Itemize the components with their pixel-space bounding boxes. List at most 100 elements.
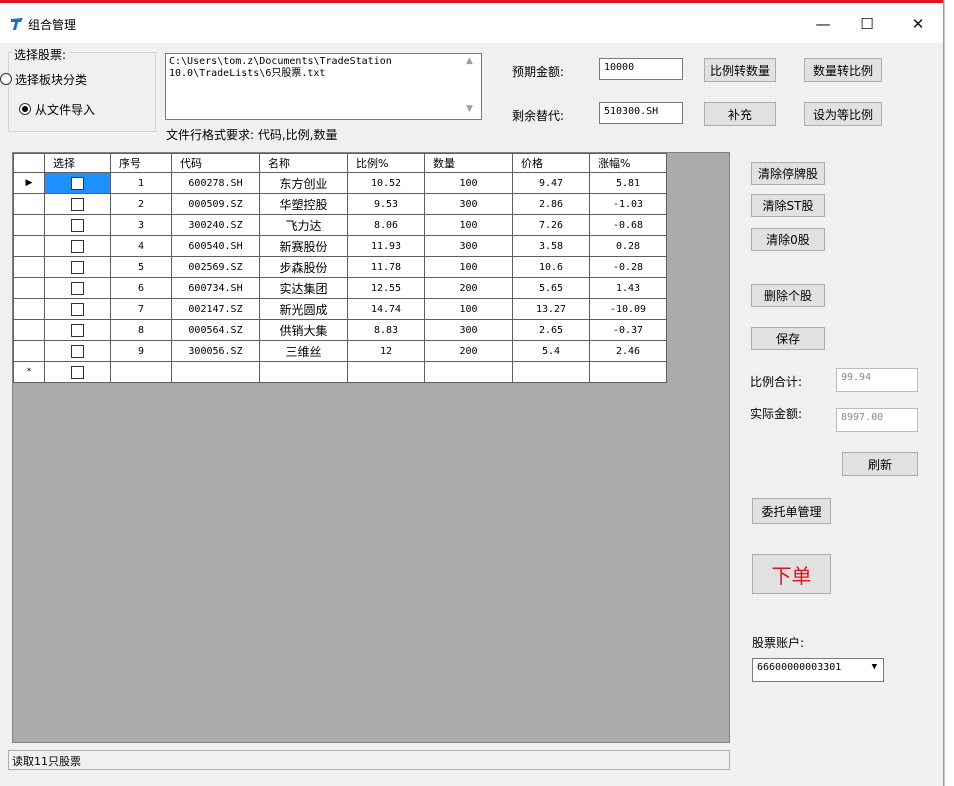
clear-st-button[interactable]: 清除ST股 [751,194,825,217]
code-cell[interactable]: 002569.SZ [171,256,260,278]
price-cell[interactable]: 13.27 [512,298,590,320]
ratio-cell[interactable]: 8.83 [347,319,425,341]
name-cell[interactable]: 供销大集 [259,319,348,341]
seq-cell[interactable]: 4 [110,235,172,257]
change-cell[interactable]: -0.68 [589,214,667,236]
code-cell[interactable]: 600278.SH [171,172,260,194]
price-cell[interactable]: 9.47 [512,172,590,194]
code-cell[interactable]: 000509.SZ [171,193,260,215]
price-cell[interactable]: 2.65 [512,319,590,341]
row-checkbox[interactable] [71,365,84,379]
price-cell[interactable]: 5.4 [512,340,590,362]
code-cell[interactable]: 300240.SZ [171,214,260,236]
set-equal-ratio-button[interactable]: 设为等比例 [804,102,882,126]
row-checkbox[interactable] [71,344,84,358]
file-path-textarea[interactable]: C:\Users\tom.z\Documents\TradeStation 10… [165,53,482,120]
radio-file-import-label[interactable]: 从文件导入 [35,101,95,118]
empty-cell[interactable] [589,361,667,383]
maximize-button[interactable]: ☐ [852,12,882,36]
column-header-name[interactable]: 名称 [259,153,348,173]
table-row[interactable]: 9 300056.SZ 三维丝 12 200 5.4 2.46 [13,340,667,362]
empty-cell[interactable] [110,361,172,383]
column-header-change[interactable]: 涨幅% [589,153,667,173]
row-header[interactable] [13,256,45,278]
chevron-down-icon[interactable]: ▼ [872,662,877,672]
ratio-cell[interactable]: 9.53 [347,193,425,215]
stock-table-grid[interactable]: 选择 序号 代码 名称 比例% 数量 价格 涨幅% ▶ 1 600278.SH 东方创… [12,152,730,743]
qty-cell[interactable]: 300 [424,193,513,215]
ratio-cell[interactable]: 8.06 [347,214,425,236]
row-checkbox[interactable] [71,260,84,274]
seq-cell[interactable]: 9 [110,340,172,362]
select-cell[interactable] [44,277,111,299]
clear-zero-button[interactable]: 清除0股 [751,228,825,251]
name-cell[interactable]: 华塑控股 [259,193,348,215]
seq-cell[interactable]: 7 [110,298,172,320]
column-header-qty[interactable]: 数量 [424,153,513,173]
radio-file-import[interactable] [19,103,31,115]
table-row[interactable]: ▶ 1 600278.SH 东方创业 10.52 100 9.47 5.81 [13,172,667,194]
radio-sector-label[interactable]: 选择板块分类 [15,71,87,88]
qty-to-ratio-button[interactable]: 数量转比例 [804,58,882,82]
select-cell[interactable] [44,193,111,215]
change-cell[interactable]: -0.37 [589,319,667,341]
code-cell[interactable]: 600540.SH [171,235,260,257]
clear-suspended-button[interactable]: 清除停牌股 [751,162,825,185]
empty-cell[interactable] [259,361,348,383]
row-checkbox[interactable] [71,197,84,211]
change-cell[interactable]: -10.09 [589,298,667,320]
ratio-cell[interactable]: 10.52 [347,172,425,194]
order-management-button[interactable]: 委托单管理 [752,498,831,524]
expected-amount-input[interactable]: 10000 [599,58,683,80]
price-cell[interactable]: 10.6 [512,256,590,278]
name-cell[interactable]: 步森股份 [259,256,348,278]
price-cell[interactable]: 5.65 [512,277,590,299]
row-header[interactable] [13,319,45,341]
select-cell[interactable] [44,340,111,362]
substitute-input[interactable]: 510300.SH [599,102,683,124]
qty-cell[interactable]: 100 [424,256,513,278]
price-cell[interactable]: 3.58 [512,235,590,257]
seq-cell[interactable]: 2 [110,193,172,215]
ratio-cell[interactable]: 12 [347,340,425,362]
name-cell[interactable]: 东方创业 [259,172,348,194]
ratio-cell[interactable]: 14.74 [347,298,425,320]
table-row[interactable]: 7 002147.SZ 新光圆成 14.74 100 13.27 -10.09 [13,298,667,320]
row-header[interactable] [13,340,45,362]
new-row-select-cell[interactable] [44,361,111,383]
ratio-to-qty-button[interactable]: 比例转数量 [704,58,776,82]
code-cell[interactable]: 002147.SZ [171,298,260,320]
row-header[interactable] [13,277,45,299]
code-cell[interactable]: 000564.SZ [171,319,260,341]
seq-cell[interactable]: 8 [110,319,172,341]
price-cell[interactable]: 2.86 [512,193,590,215]
name-cell[interactable]: 新赛股份 [259,235,348,257]
row-checkbox[interactable] [71,323,84,337]
change-cell[interactable]: 0.28 [589,235,667,257]
select-cell[interactable] [44,319,111,341]
select-cell[interactable] [44,214,111,236]
change-cell[interactable]: -1.03 [589,193,667,215]
column-header-code[interactable]: 代码 [171,153,260,173]
table-row[interactable]: 2 000509.SZ 华塑控股 9.53 300 2.86 -1.03 [13,193,667,215]
qty-cell[interactable]: 200 [424,277,513,299]
table-row[interactable]: 5 002569.SZ 步森股份 11.78 100 10.6 -0.28 [13,256,667,278]
ratio-cell[interactable]: 11.78 [347,256,425,278]
row-header[interactable]: ▶ [13,172,45,194]
column-header-select[interactable]: 选择 [44,153,111,173]
ratio-cell[interactable]: 12.55 [347,277,425,299]
table-row[interactable]: 3 300240.SZ 飞力达 8.06 100 7.26 -0.68 [13,214,667,236]
change-cell[interactable]: 5.81 [589,172,667,194]
select-cell[interactable] [44,298,111,320]
select-cell[interactable] [44,172,111,194]
change-cell[interactable]: -0.28 [589,256,667,278]
change-cell[interactable]: 1.43 [589,277,667,299]
qty-cell[interactable]: 100 [424,298,513,320]
scroll-down-icon[interactable]: ▼ [466,104,473,114]
seq-cell[interactable]: 3 [110,214,172,236]
qty-cell[interactable]: 200 [424,340,513,362]
change-cell[interactable]: 2.46 [589,340,667,362]
seq-cell[interactable]: 1 [110,172,172,194]
row-header[interactable] [13,235,45,257]
ratio-cell[interactable]: 11.93 [347,235,425,257]
